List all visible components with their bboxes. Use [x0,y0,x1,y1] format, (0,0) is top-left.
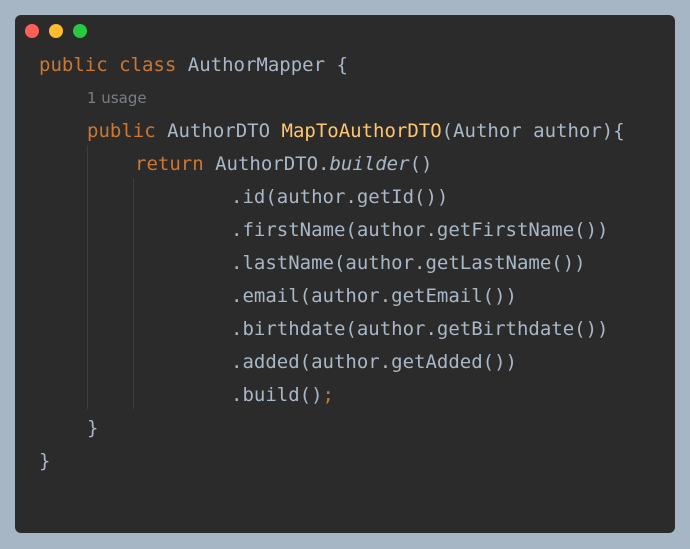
method-name: MapToAuthorDTO [281,120,442,142]
indent-guide [133,178,134,409]
code-line-build: .build(); [231,379,334,412]
code-line-class-declaration: public class AuthorMapper { [39,49,348,82]
code-line-chain-email: .email(author.getEmail()) [231,285,517,307]
code-line-return: return AuthorDTO.builder() [135,148,432,181]
close-button[interactable] [25,24,39,38]
code-line-chain-firstname: .firstName(author.getFirstName()) [231,219,609,241]
method-params: (Author author){ [441,120,625,142]
keyword-public: public [87,120,156,142]
maximize-button[interactable] [73,24,87,38]
minimize-button[interactable] [49,24,63,38]
method-close-brace: } [87,417,99,439]
code-line-chain-added: .added(author.getAdded()) [231,351,517,373]
builder-type: AuthorDTO. [215,153,330,175]
return-type: AuthorDTO [167,120,271,142]
code-line-chain-birthdate: .birthdate(author.getBirthdate()) [231,318,609,340]
code-line-chain-lastname: .lastName(author.getLastName()) [231,252,586,274]
code-line-method-declaration: public AuthorDTO MapToAuthorDTO(Author a… [87,115,625,148]
open-brace: { [336,54,348,76]
builder-parens: () [409,153,433,175]
keyword-class: class [119,54,177,76]
window-controls [25,24,87,38]
build-call: .build() [231,384,323,406]
keyword-return: return [135,153,204,175]
class-close-brace: } [39,450,51,472]
code-window: public class AuthorMapper { 1 usage publ… [15,15,675,533]
code-line-chain-id: .id(author.getId()) [231,186,449,208]
keyword-public: public [39,54,108,76]
usage-hint[interactable]: 1 usage [87,82,147,115]
builder-call: builder [329,153,410,175]
class-name: AuthorMapper [187,54,326,76]
semicolon: ; [322,384,334,406]
indent-guide [87,145,88,409]
